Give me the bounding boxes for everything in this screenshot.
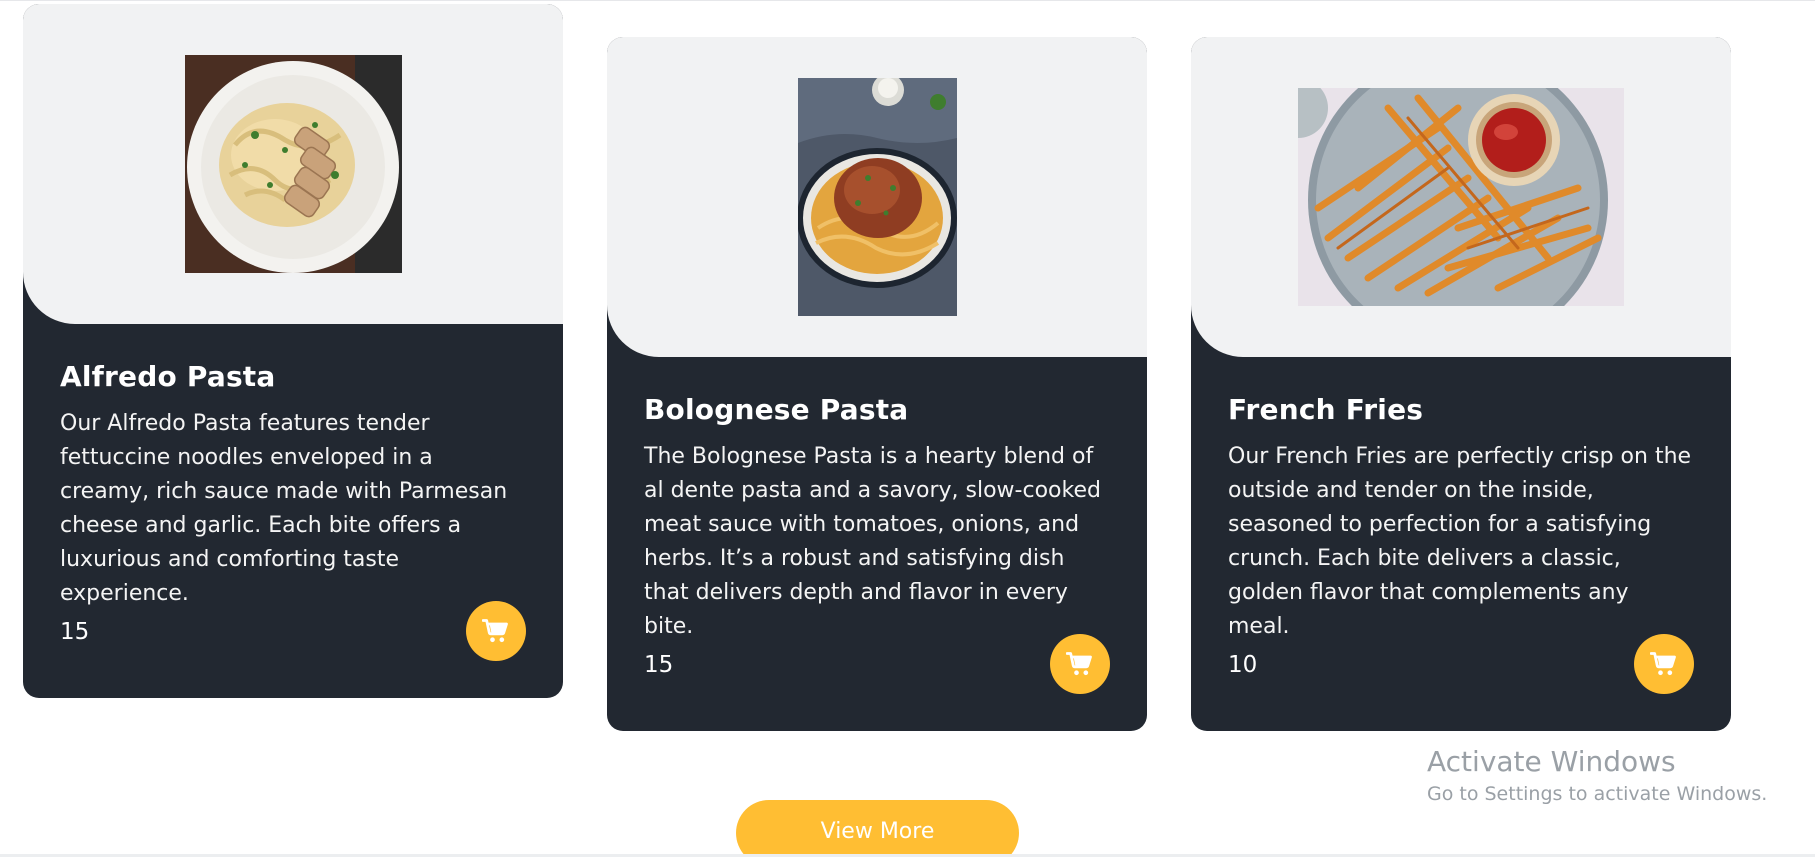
view-more-button[interactable]: View More: [736, 800, 1019, 857]
add-to-cart-button[interactable]: [1634, 634, 1694, 694]
dish-description: The Bolognese Pasta is a hearty blend of…: [644, 444, 1101, 639]
dish-price: 15: [60, 619, 90, 645]
bolognese-pasta-image: [797, 78, 957, 316]
windows-activation-watermark: Activate Windows Go to Settings to activ…: [1427, 745, 1767, 809]
menu-card-footer: 10: [1228, 634, 1694, 694]
cart-icon: [1650, 652, 1676, 676]
dish-title: Bolognese Pasta: [644, 393, 909, 426]
dish-title: French Fries: [1228, 393, 1424, 426]
add-to-cart-button[interactable]: [466, 601, 526, 661]
french-fries-image: [1298, 88, 1624, 306]
menu-card-body: Alfredo Pasta Our Alfredo Pasta features…: [23, 324, 563, 611]
menu-card-image-area: [607, 37, 1147, 357]
dish-price: 10: [1228, 652, 1258, 678]
menu-card-bolognese-pasta: Bolognese Pasta The Bolognese Pasta is a…: [607, 37, 1147, 731]
dish-description: Our French Fries are perfectly crisp on …: [1228, 444, 1692, 639]
cart-icon: [482, 619, 508, 643]
menu-card-alfredo-pasta: Alfredo Pasta Our Alfredo Pasta features…: [23, 4, 563, 698]
menu-card-body: Bolognese Pasta The Bolognese Pasta is a…: [607, 357, 1147, 644]
menu-card-image-area: [1191, 37, 1731, 357]
dish-title: Alfredo Pasta: [60, 360, 276, 393]
food-menu-page: Alfredo Pasta Our Alfredo Pasta features…: [0, 0, 1815, 857]
alfredo-pasta-image: [184, 55, 402, 273]
menu-card-footer: 15: [644, 634, 1110, 694]
watermark-title: Activate Windows: [1427, 745, 1676, 778]
add-to-cart-button[interactable]: [1050, 634, 1110, 694]
dish-description: Our Alfredo Pasta features tender fettuc…: [60, 411, 508, 606]
dish-price: 15: [644, 652, 674, 678]
watermark-subtitle: Go to Settings to activate Windows.: [1427, 783, 1768, 805]
menu-card-french-fries: French Fries Our French Fries are perfec…: [1191, 37, 1731, 731]
cart-icon: [1066, 652, 1092, 676]
menu-card-image-area: [23, 4, 563, 324]
menu-card-footer: 15: [60, 601, 526, 661]
menu-card-body: French Fries Our French Fries are perfec…: [1191, 357, 1731, 644]
